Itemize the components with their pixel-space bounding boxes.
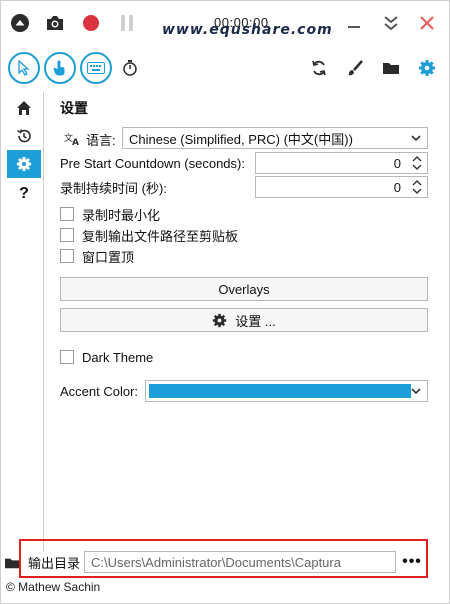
countdown-label: Pre Start Countdown (seconds): [60,155,245,171]
topmost-checkbox[interactable]: 窗口置顶 [60,247,134,265]
countdown-stepper[interactable]: 0 [255,152,428,174]
checkbox-box[interactable] [60,228,74,242]
settings-nav-gear-icon[interactable] [7,150,41,178]
toolbar [0,48,450,88]
language-value: Chinese (Simplified, PRC) (中文(中国)) [129,131,353,147]
minimize-icon[interactable] [340,9,368,37]
folder-icon[interactable] [4,556,20,573]
output-path-field[interactable]: C:\Users\Administrator\Documents\Captura [84,551,396,573]
duration-stepper[interactable]: 0 [255,176,428,198]
sidebar: ? [0,92,44,552]
checkbox-label: 复制输出文件路径至剪贴板 [82,228,239,244]
duration-value: 0 [393,180,401,195]
checkbox-label: Dark Theme [82,349,154,365]
output-folder-label: 输出目录 [28,556,81,571]
brush-icon[interactable] [341,54,369,82]
accent-color-select[interactable] [145,380,428,402]
close-icon[interactable] [413,9,441,37]
gear-icon[interactable] [413,54,441,82]
title-bar: 00:00:00 www.equshare.com [0,0,450,46]
accent-label: Accent Color: [60,383,139,399]
home-icon[interactable] [7,94,41,122]
folder-icon[interactable] [377,54,405,82]
keyboard-icon[interactable] [80,52,112,84]
browse-more-button[interactable]: ••• [396,551,428,573]
click-icon[interactable] [44,52,76,84]
camera-icon[interactable] [41,9,69,37]
countdown-value: 0 [393,156,401,171]
gear-icon [212,313,227,328]
record-icon[interactable] [77,9,105,37]
collapse-up-icon[interactable] [6,9,34,37]
cursor-icon[interactable] [8,52,40,84]
author-credit: © Mathew Sachin [6,580,101,594]
checkbox-box[interactable] [60,350,74,364]
app-window [0,0,450,604]
chevron-down-icon [411,132,421,147]
overlays-button[interactable]: Overlays [60,277,428,301]
translate-icon: 文A [64,132,80,146]
chevron-down-icon [411,385,421,400]
pause-icon[interactable] [113,9,141,37]
language-label: 语言: [86,132,116,148]
dark-theme-checkbox[interactable]: Dark Theme [60,348,153,366]
duration-label: 录制持续时间 (秒): [60,180,167,196]
page-title: 设置 [60,100,88,116]
button-label: 设置 ... [235,313,276,329]
accent-swatch [149,384,411,398]
checkbox-box[interactable] [60,207,74,221]
svg-text:A: A [72,138,79,146]
history-icon[interactable] [7,122,41,150]
stepper-arrows-icon[interactable] [411,178,423,196]
expand-down-icon[interactable] [377,9,405,37]
checkbox-box[interactable] [60,249,74,263]
checkbox-label: 录制时最小化 [82,207,161,223]
checkbox-label: 窗口置顶 [82,249,135,265]
advanced-settings-button[interactable]: 设置 ... [60,308,428,332]
stepper-arrows-icon[interactable] [411,154,423,172]
watermark: www.equshare.com [162,22,333,38]
help-icon[interactable]: ? [7,180,41,208]
copy-path-checkbox[interactable]: 复制输出文件路径至剪贴板 [60,226,238,244]
timer-icon[interactable] [116,54,144,82]
language-select[interactable]: Chinese (Simplified, PRC) (中文(中国)) [122,127,428,149]
refresh-icon[interactable] [305,54,333,82]
minimize-checkbox[interactable]: 录制时最小化 [60,205,160,223]
